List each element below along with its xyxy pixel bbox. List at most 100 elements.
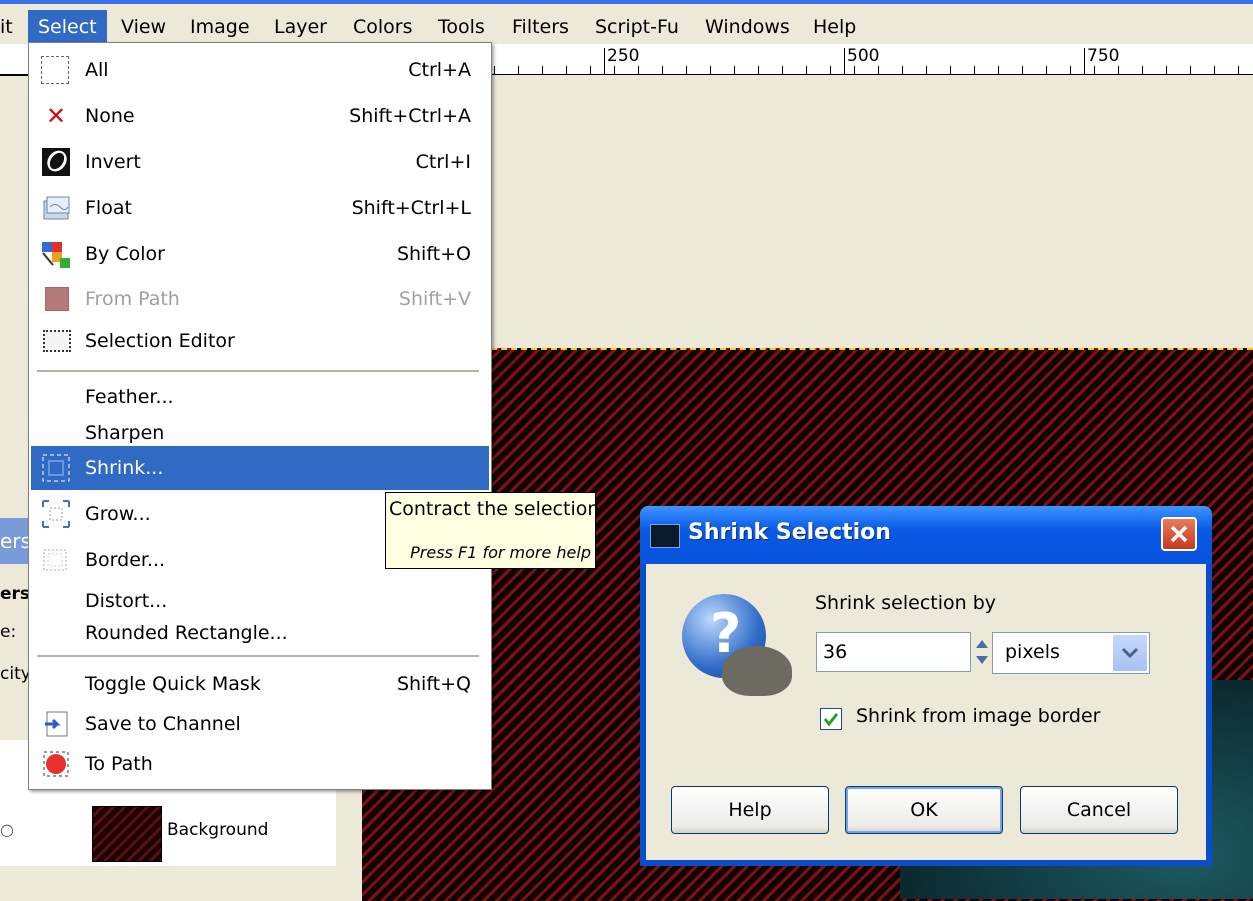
menu-item-feather[interactable]: Feather... (31, 377, 489, 417)
menu-item-to-path[interactable]: To Path (31, 744, 489, 784)
panel-label-opacity: city (0, 664, 31, 684)
ruler-tick (734, 66, 735, 74)
float-icon (41, 193, 71, 223)
save-channel-icon (41, 709, 71, 739)
border-icon (41, 545, 71, 575)
menu-script-fu[interactable]: Script-Fu (585, 10, 689, 46)
shrink-selection-dialog: Shrink Selection ? Shrink selection by p… (640, 506, 1212, 866)
ruler-label-250: 250 (607, 46, 640, 66)
ruler-tick (902, 66, 903, 74)
close-button[interactable] (1161, 517, 1197, 551)
eye-icon[interactable]: ○ (0, 820, 14, 839)
menu-separator (37, 370, 479, 372)
amount-spinner[interactable] (972, 632, 992, 672)
menu-item-float[interactable]: Float Shift+Ctrl+L (31, 188, 489, 228)
ruler-tick (1190, 66, 1191, 74)
menu-select[interactable]: Select (28, 10, 107, 46)
layer-thumbnail (92, 806, 162, 862)
wilber-mascot-icon (722, 646, 792, 696)
ruler-tick (974, 66, 975, 74)
tooltip-text: Contract the selection (389, 498, 600, 520)
menu-item-rounded-rectangle[interactable]: Rounded Rectangle... (31, 613, 489, 653)
ruler-tick (830, 66, 831, 74)
menu-view[interactable]: View (111, 10, 176, 46)
ruler-tick (686, 66, 687, 74)
ruler-tick (614, 66, 615, 74)
horizontal-ruler[interactable]: 250 500 750 (490, 44, 1253, 76)
ruler-tick (998, 66, 999, 74)
select-none-icon: ✕ (45, 102, 67, 130)
gimp-window-icon (650, 524, 680, 548)
layer-name: Background (167, 820, 269, 840)
select-menu: All Ctrl+A ✕ None Shift+Ctrl+A Invert Ct… (28, 42, 492, 790)
cancel-button[interactable]: Cancel (1020, 786, 1178, 834)
dialog-titlebar[interactable]: Shrink Selection (640, 506, 1212, 564)
menu-item-by-color[interactable]: By Color Shift+O (31, 234, 489, 274)
menu-item-save-to-channel[interactable]: Save to Channel (31, 704, 489, 744)
close-icon (1170, 525, 1188, 543)
ruler-tick (494, 66, 495, 74)
ruler-tick (662, 66, 663, 74)
panel-label-mode: e: (0, 622, 17, 642)
ruler-tick (926, 66, 927, 74)
shrink-prompt: Shrink selection by (815, 592, 997, 614)
ruler-tick (782, 66, 783, 74)
ruler-tick (518, 66, 519, 74)
layer-row-background[interactable]: ○ Background (0, 800, 336, 866)
selection-editor-icon (43, 330, 71, 352)
from-path-icon (45, 287, 69, 311)
ruler-tick (854, 66, 855, 74)
checkmark-icon (823, 713, 839, 727)
menu-windows[interactable]: Windows (695, 10, 800, 46)
unit-select[interactable]: pixels (992, 632, 1150, 674)
menu-item-invert[interactable]: Invert Ctrl+I (31, 142, 489, 182)
ruler-tick (638, 66, 639, 74)
menu-item-toggle-quick-mask[interactable]: Toggle Quick Mask Shift+Q (31, 664, 489, 704)
menu-filters[interactable]: Filters (502, 10, 579, 46)
ruler-tick (806, 66, 807, 74)
help-button[interactable]: Help (671, 786, 829, 834)
tooltip-help: Press F1 for more help (410, 543, 591, 562)
shrink-border-checkbox[interactable] (820, 708, 842, 730)
dialog-body: ? Shrink selection by pixels Shrink from… (646, 564, 1206, 860)
menu-help[interactable]: Help (803, 10, 866, 46)
shrink-amount-input[interactable] (816, 632, 971, 672)
menu-item-none[interactable]: ✕ None Shift+Ctrl+A (31, 96, 489, 136)
ruler-tick (878, 66, 879, 74)
ruler-tick (1214, 66, 1215, 74)
menubar: it Select View Image Layer Colors Tools … (0, 0, 1253, 48)
panel-label-layers: ers (0, 584, 31, 604)
ruler-tick (950, 66, 951, 74)
ok-button[interactable]: OK (845, 786, 1003, 834)
chevron-down-icon[interactable] (1113, 635, 1147, 671)
menu-layer[interactable]: Layer (264, 10, 337, 46)
ruler-stub (0, 44, 28, 76)
ruler-tick (1022, 66, 1023, 74)
shrink-icon (41, 453, 71, 483)
menu-edit[interactable]: it (0, 10, 23, 46)
menu-item-from-path[interactable]: From Path Shift+V (31, 279, 489, 319)
by-color-icon (41, 239, 71, 269)
shrink-border-label[interactable]: Shrink from image border (856, 705, 1100, 727)
to-path-icon (41, 749, 71, 779)
select-all-icon (41, 56, 69, 84)
grow-icon (41, 499, 71, 529)
ruler-tick (1142, 66, 1143, 74)
invert-icon (41, 147, 71, 177)
menu-image[interactable]: Image (180, 10, 260, 46)
menu-item-shrink[interactable]: Shrink... (31, 446, 489, 490)
ruler-tick (710, 66, 711, 74)
menu-tools[interactable]: Tools (428, 10, 495, 46)
dialog-title: Shrink Selection (688, 520, 891, 545)
ruler-tick (1118, 66, 1119, 74)
layers-tab[interactable]: ers (0, 518, 30, 564)
menu-separator (37, 655, 479, 657)
tooltip: Contract the selection Press F1 for more… (385, 492, 600, 569)
ruler-tick (590, 66, 591, 74)
menu-colors[interactable]: Colors (343, 10, 423, 46)
ruler-tick (1070, 66, 1071, 74)
ruler-tick (758, 66, 759, 74)
menu-item-all[interactable]: All Ctrl+A (31, 50, 489, 90)
menu-item-selection-editor[interactable]: Selection Editor (31, 321, 489, 361)
ruler-tick (1166, 66, 1167, 74)
